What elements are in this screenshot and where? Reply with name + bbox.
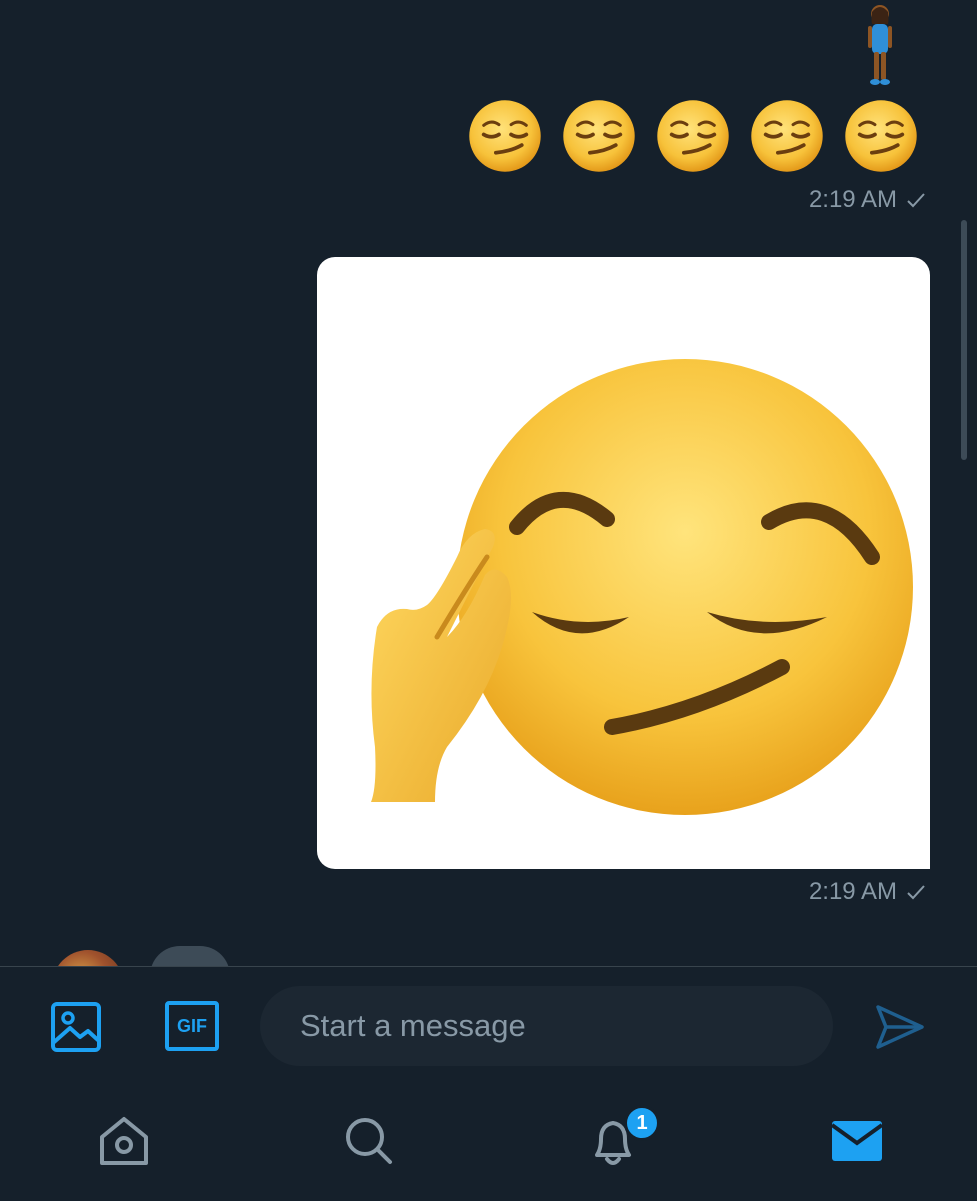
conversation-view: 2:19 AM 2:19 AM — [0, 0, 977, 966]
sent-check-icon — [907, 193, 925, 208]
bottom-nav: 1 — [0, 1105, 977, 1201]
search-icon[interactable] — [338, 1111, 398, 1171]
timestamp-text: 2:19 AM — [808, 878, 897, 905]
image-icon[interactable] — [50, 1001, 102, 1053]
image-message[interactable] — [317, 257, 930, 869]
saluting-smirk-emoji — [371, 359, 913, 815]
smirk-emoji — [843, 98, 919, 174]
gif-label: GIF — [177, 1015, 207, 1036]
avatar[interactable] — [52, 950, 124, 966]
home-icon[interactable] — [94, 1111, 154, 1171]
emoji-message[interactable] — [467, 98, 919, 174]
typing-indicator — [150, 946, 230, 966]
smirk-emoji — [467, 98, 543, 174]
notification-badge: 1 — [624, 1105, 660, 1141]
smirk-emoji — [749, 98, 825, 174]
envelope-icon[interactable] — [828, 1111, 888, 1171]
send-icon[interactable] — [874, 1003, 926, 1051]
gif-button[interactable]: GIF — [165, 1001, 219, 1051]
person-standing-emoji — [868, 5, 892, 85]
timestamp-text: 2:19 AM — [808, 186, 897, 213]
message-timestamp: 2:19 AM — [809, 878, 927, 906]
smirk-emoji — [561, 98, 637, 174]
message-composer: GIF 1 — [0, 966, 977, 1201]
message-timestamp: 2:19 AM — [809, 186, 927, 214]
message-input[interactable] — [260, 986, 833, 1066]
badge-count: 1 — [636, 1111, 648, 1134]
scrollbar[interactable] — [961, 220, 967, 460]
sent-check-icon — [907, 885, 925, 900]
smirk-emoji — [655, 98, 731, 174]
